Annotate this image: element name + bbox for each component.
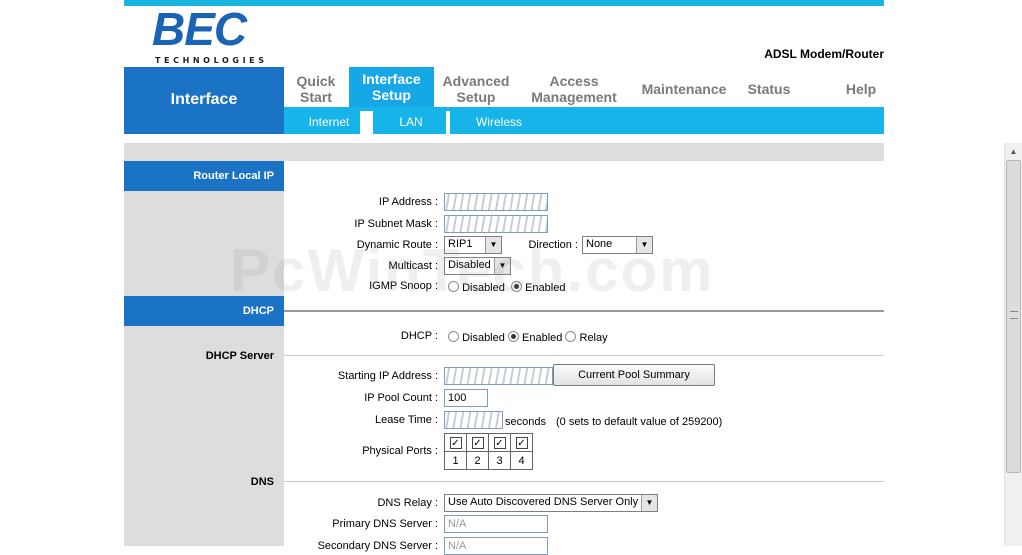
chevron-down-icon: ▼ xyxy=(641,495,657,511)
direction-label: Direction : xyxy=(528,239,578,251)
section-title-panel: Interface xyxy=(124,67,284,134)
tab-quick-start[interactable]: Quick Start xyxy=(284,72,348,106)
lease-time-field[interactable] xyxy=(444,411,503,429)
tab-access-management[interactable]: Access Management xyxy=(524,72,624,106)
port-number: 2 xyxy=(466,451,489,470)
subtab-separator xyxy=(446,111,450,134)
vertical-scrollbar[interactable]: ▲ xyxy=(1004,143,1022,546)
physical-ports-label: Physical Ports : xyxy=(362,445,438,457)
subtab-lan[interactable]: LAN xyxy=(376,107,446,134)
starting-ip-label: Starting IP Address : xyxy=(337,370,438,382)
section-dhcp: DHCP xyxy=(124,296,284,326)
igmp-enabled-label: Enabled xyxy=(525,282,566,294)
port-4-checkbox[interactable]: ✓ xyxy=(515,436,528,449)
port-1-checkbox[interactable]: ✓ xyxy=(449,436,462,449)
port-2-checkbox[interactable]: ✓ xyxy=(471,436,484,449)
divider xyxy=(284,355,884,356)
port-number: 1 xyxy=(444,451,467,470)
subnet-mask-label: IP Subnet Mask : xyxy=(354,218,438,230)
dhcp-server-label: DHCP Server xyxy=(205,350,274,362)
grip-icon xyxy=(1010,311,1018,319)
tab-status[interactable]: Status xyxy=(740,72,798,106)
physical-ports-table: ✓ ✓ ✓ ✓ 1 2 3 4 xyxy=(444,433,533,470)
igmp-disabled-radio[interactable] xyxy=(448,281,459,292)
sub-navigation-bar: Internet LAN Wireless xyxy=(284,107,884,134)
lease-note: (0 sets to default value of 259200) xyxy=(556,416,723,428)
tab-interface-setup[interactable]: Interface Setup xyxy=(349,67,434,107)
primary-dns-label: Primary DNS Server : xyxy=(332,518,438,530)
dns-relay-value: Use Auto Discovered DNS Server Only xyxy=(448,496,639,508)
direction-value: None xyxy=(586,238,613,250)
dhcp-relay-radio[interactable] xyxy=(565,331,577,342)
subnet-mask-field[interactable] xyxy=(444,215,548,233)
secondary-dns-label: Secondary DNS Server : xyxy=(317,540,438,552)
multicast-label: Multicast : xyxy=(388,260,438,272)
bec-logo: BEC TECHNOLOGIES xyxy=(152,3,297,65)
dhcp-mode-options: Disabled Enabled Relay xyxy=(448,331,608,344)
ip-address-label: IP Address : xyxy=(378,196,438,208)
dynamic-route-label: Dynamic Route : xyxy=(356,239,438,251)
dns-relay-label: DNS Relay : xyxy=(377,497,438,509)
product-name: ADSL Modem/Router xyxy=(764,47,884,61)
section-router-local-ip: Router Local IP xyxy=(124,161,284,191)
chevron-down-icon: ▼ xyxy=(494,258,510,274)
chevron-down-icon: ▼ xyxy=(636,237,652,253)
secondary-dns-field[interactable]: N/A xyxy=(444,537,548,555)
tab-advanced-setup[interactable]: Advanced Setup xyxy=(436,72,516,106)
dns-relay-select[interactable]: Use Auto Discovered DNS Server Only ▼ xyxy=(444,494,658,512)
lease-unit: seconds xyxy=(505,416,546,428)
tab-maintenance[interactable]: Maintenance xyxy=(636,72,732,106)
secondary-dns-value: N/A xyxy=(448,540,467,552)
dhcp-enabled-label: Enabled xyxy=(522,332,563,344)
multicast-select[interactable]: Disabled ▼ xyxy=(444,257,511,275)
dhcp-relay-label: Relay xyxy=(579,332,608,344)
multicast-value: Disabled xyxy=(448,259,491,271)
dns-label: DNS xyxy=(250,476,274,488)
scrollbar-thumb[interactable] xyxy=(1006,160,1021,473)
igmp-snoop-options: Disabled Enabled xyxy=(448,281,565,294)
current-pool-summary-button[interactable]: Current Pool Summary xyxy=(553,364,715,386)
section-title: Interface xyxy=(170,91,238,108)
pool-count-value: 100 xyxy=(448,392,467,404)
dynamic-route-select[interactable]: RIP1 ▼ xyxy=(444,236,502,254)
subtab-wireless[interactable]: Wireless xyxy=(462,107,536,134)
igmp-snoop-label: IGMP Snoop : xyxy=(369,280,438,292)
scroll-up-icon[interactable]: ▲ xyxy=(1005,143,1022,160)
dhcp-mode-label: DHCP : xyxy=(400,330,438,342)
tab-help[interactable]: Help xyxy=(832,72,890,106)
dhcp-disabled-radio[interactable] xyxy=(448,331,459,342)
dynamic-route-value: RIP1 xyxy=(448,238,473,250)
igmp-disabled-label: Disabled xyxy=(462,282,505,294)
starting-ip-field[interactable] xyxy=(444,367,553,385)
ip-address-field[interactable] xyxy=(444,193,548,211)
igmp-enabled-radio[interactable] xyxy=(511,281,522,292)
port-3-checkbox[interactable]: ✓ xyxy=(493,436,506,449)
subtab-internet[interactable]: Internet xyxy=(298,107,360,134)
chevron-down-icon: ▼ xyxy=(485,237,501,253)
primary-dns-field[interactable]: N/A xyxy=(444,515,548,533)
content-top-strip xyxy=(124,143,884,161)
port-number: 3 xyxy=(488,451,511,470)
dhcp-disabled-label: Disabled xyxy=(462,332,505,344)
divider xyxy=(284,310,884,312)
dhcp-enabled-radio[interactable] xyxy=(507,331,519,342)
port-number: 4 xyxy=(510,451,533,470)
direction-select[interactable]: None ▼ xyxy=(582,236,653,254)
divider xyxy=(284,481,884,482)
primary-dns-value: N/A xyxy=(448,518,467,530)
pool-count-label: IP Pool Count : xyxy=(364,392,438,404)
logo-text: BEC xyxy=(152,3,247,55)
pool-count-field[interactable]: 100 xyxy=(444,389,488,407)
lease-time-label: Lease Time : xyxy=(375,414,438,426)
subtab-separator xyxy=(360,111,373,134)
logo-subtext: TECHNOLOGIES xyxy=(155,56,268,65)
